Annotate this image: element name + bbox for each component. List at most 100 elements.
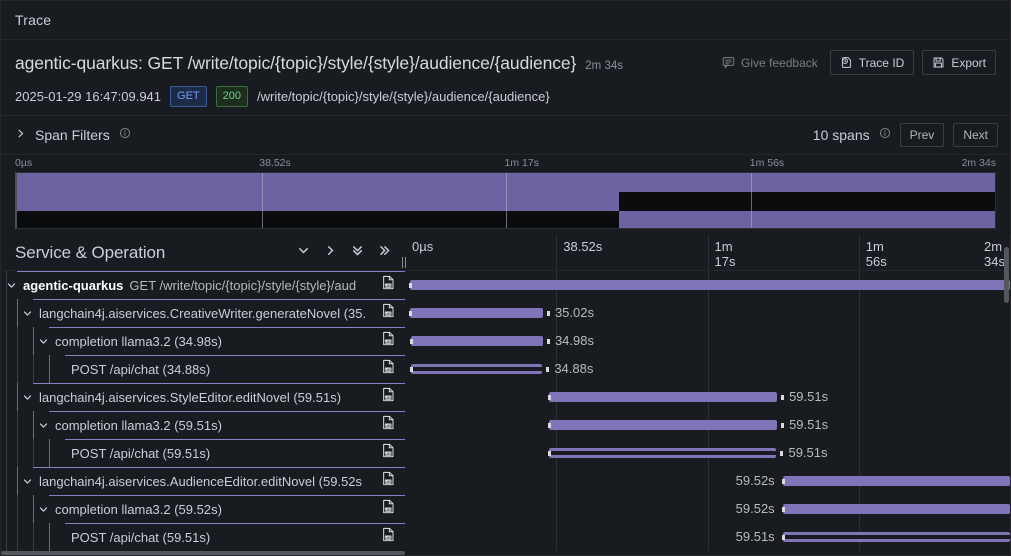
log-document-icon[interactable]: LOG — [381, 443, 396, 463]
span-indent-guide — [49, 355, 50, 383]
log-document-icon[interactable]: LOG — [381, 415, 396, 435]
span-row-label-cell[interactable]: POST /api/chat (59.51s) LOG — [1, 523, 405, 551]
log-document-icon[interactable]: LOG — [381, 499, 396, 519]
span-filters-toggle[interactable]: Span Filters — [15, 126, 131, 144]
vertical-scrollbar[interactable] — [1004, 247, 1009, 303]
span-duration-bar[interactable] — [410, 308, 543, 318]
span-row[interactable]: langchain4j.aiservices.CreativeWriter.ge… — [1, 299, 1010, 327]
export-button[interactable]: Export — [922, 50, 996, 75]
span-count-label: 10 spans — [812, 127, 870, 143]
timeline-gridline — [858, 235, 860, 270]
span-label: POST /api/chat (59.51s) — [71, 530, 234, 545]
span-row-label-cell[interactable]: completion llama3.2 (34.98s) LOG — [1, 327, 405, 355]
span-collapse-chevron-down-icon[interactable] — [35, 411, 51, 439]
span-indent-guide — [33, 523, 34, 551]
span-row-label-cell[interactable]: POST /api/chat (59.51s) LOG — [1, 439, 405, 467]
span-duration-bar[interactable] — [410, 364, 543, 374]
span-row-label-cell[interactable]: POST /api/chat (34.88s) LOG — [1, 355, 405, 383]
span-duration-bar[interactable] — [548, 448, 777, 458]
timeline-gridline — [707, 495, 709, 523]
span-row[interactable]: langchain4j.aiservices.AudienceEditor.ed… — [1, 467, 1010, 495]
trace-id-button[interactable]: Trace ID — [829, 50, 915, 75]
chevron-down-icon[interactable] — [297, 244, 310, 262]
span-indent-guide — [17, 467, 18, 495]
span-row-timeline-cell[interactable]: 35.02s — [405, 299, 1010, 327]
span-row-label-cell[interactable]: langchain4j.aiservices.StyleEditor.editN… — [1, 383, 405, 411]
span-duration-label: 59.51s — [788, 445, 828, 460]
double-chevron-right-icon[interactable] — [378, 244, 391, 262]
span-row[interactable]: POST /api/chat (59.51s) LOG 59.51s — [1, 523, 1010, 551]
span-label: langchain4j.aiservices.CreativeWriter.ge… — [39, 306, 390, 321]
chevron-right-icon[interactable] — [324, 244, 337, 262]
span-row-timeline-cell[interactable]: 59.51s — [405, 439, 1010, 467]
span-row[interactable]: POST /api/chat (34.88s) LOG 34.88s — [1, 355, 1010, 383]
next-span-button[interactable]: Next — [953, 123, 998, 147]
log-document-icon[interactable]: LOG — [381, 303, 396, 323]
double-chevron-down-icon[interactable] — [351, 244, 364, 262]
span-row[interactable]: POST /api/chat (59.51s) LOG 59.51s — [1, 439, 1010, 467]
span-row-timeline-cell[interactable]: 59.51s — [405, 383, 1010, 411]
span-duration-bar[interactable] — [782, 532, 1010, 542]
timeline-gridline — [858, 327, 860, 355]
span-row-label-cell[interactable]: langchain4j.aiservices.CreativeWriter.ge… — [1, 299, 405, 327]
log-document-icon[interactable]: LOG — [381, 527, 396, 547]
minimap-gridline — [506, 173, 507, 228]
log-document-icon[interactable]: LOG — [381, 471, 396, 491]
span-row-timeline-cell[interactable]: 34.98s — [405, 327, 1010, 355]
span-collapse-chevron-down-icon[interactable] — [35, 327, 51, 355]
span-collapse-chevron-down-icon[interactable] — [3, 271, 19, 299]
span-indent-guide — [17, 383, 18, 411]
span-row[interactable]: completion llama3.2 (34.98s) LOG 34.98s — [1, 327, 1010, 355]
span-operation-name: langchain4j.aiservices.CreativeWriter.ge… — [39, 305, 367, 321]
span-row-timeline-cell[interactable]: 59.51s — [405, 523, 1010, 551]
span-row-timeline-cell[interactable]: 34.88s — [405, 355, 1010, 383]
span-indent-guide — [49, 523, 50, 551]
timeline-gridline — [858, 411, 860, 439]
span-indent-guide — [17, 327, 18, 355]
span-row[interactable]: agentic-quarkus GET /write/topic/{topic}/… — [1, 271, 1010, 299]
horizontal-scrollbar[interactable] — [1, 551, 405, 555]
span-row-timeline-cell[interactable]: 59.52s — [405, 467, 1010, 495]
span-bar-end-marker — [781, 422, 785, 428]
span-duration-bar[interactable] — [548, 392, 778, 402]
span-duration-bar[interactable] — [410, 336, 543, 346]
log-document-icon[interactable]: LOG — [381, 387, 396, 407]
span-row-label-cell[interactable]: langchain4j.aiservices.AudienceEditor.ed… — [1, 467, 405, 495]
span-filters-bar: Span Filters 10 spans Prev Next — [1, 116, 1010, 155]
span-label: langchain4j.aiservices.AudienceEditor.ed… — [39, 474, 386, 489]
trace-minimap[interactable]: 0µs 38.52s 1m 17s 1m 56s 2m 34s — [1, 155, 1010, 235]
span-collapse-chevron-down-icon[interactable] — [19, 383, 35, 411]
span-collapse-chevron-down-icon[interactable] — [35, 495, 51, 523]
log-document-icon[interactable]: LOG — [381, 331, 396, 351]
span-collapse-chevron-down-icon[interactable] — [19, 467, 35, 495]
give-feedback-button[interactable]: Give feedback — [718, 53, 822, 73]
prev-span-button[interactable]: Prev — [899, 123, 945, 147]
span-operation-name: completion llama3.2 (59.51s) — [55, 417, 222, 433]
timeline-tick-label: 1m 17s — [714, 239, 736, 269]
span-rows: agentic-quarkus GET /write/topic/{topic}/… — [1, 271, 1010, 555]
timeline-tick-label: 2m 34s — [984, 239, 1005, 269]
span-row-timeline-cell[interactable] — [405, 271, 1010, 299]
span-row[interactable]: completion llama3.2 (59.52s) LOG 59.52s — [1, 495, 1010, 523]
info-circle-icon[interactable] — [879, 126, 891, 144]
span-duration-bar[interactable] — [548, 420, 778, 430]
span-duration-bar[interactable] — [782, 504, 1010, 514]
trace-header-secondary: 2025-01-29 16:47:09.941 GET 200 /write/t… — [15, 86, 996, 107]
span-service-name: agentic-quarkus — [23, 277, 124, 293]
span-duration-bar[interactable] — [782, 476, 1010, 486]
span-row-label-cell[interactable]: completion llama3.2 (59.51s) LOG — [1, 411, 405, 439]
minimap-canvas[interactable] — [15, 172, 996, 229]
log-document-icon[interactable]: LOG — [381, 275, 396, 295]
span-row-timeline-cell[interactable]: 59.52s — [405, 495, 1010, 523]
span-bar-end-marker — [546, 338, 550, 344]
span-operation-name: langchain4j.aiservices.AudienceEditor.ed… — [39, 473, 363, 489]
span-duration-bar[interactable] — [410, 280, 1010, 290]
span-row-label-cell[interactable]: agentic-quarkus GET /write/topic/{topic}/… — [1, 271, 405, 299]
span-row[interactable]: langchain4j.aiservices.StyleEditor.editN… — [1, 383, 1010, 411]
span-row-timeline-cell[interactable]: 59.51s — [405, 411, 1010, 439]
log-document-icon[interactable]: LOG — [381, 359, 396, 379]
span-collapse-chevron-down-icon[interactable] — [19, 299, 35, 327]
span-row-label-cell[interactable]: completion llama3.2 (59.52s) LOG — [1, 495, 405, 523]
info-circle-icon[interactable] — [119, 126, 131, 144]
span-row[interactable]: completion llama3.2 (59.51s) LOG 59.51s — [1, 411, 1010, 439]
